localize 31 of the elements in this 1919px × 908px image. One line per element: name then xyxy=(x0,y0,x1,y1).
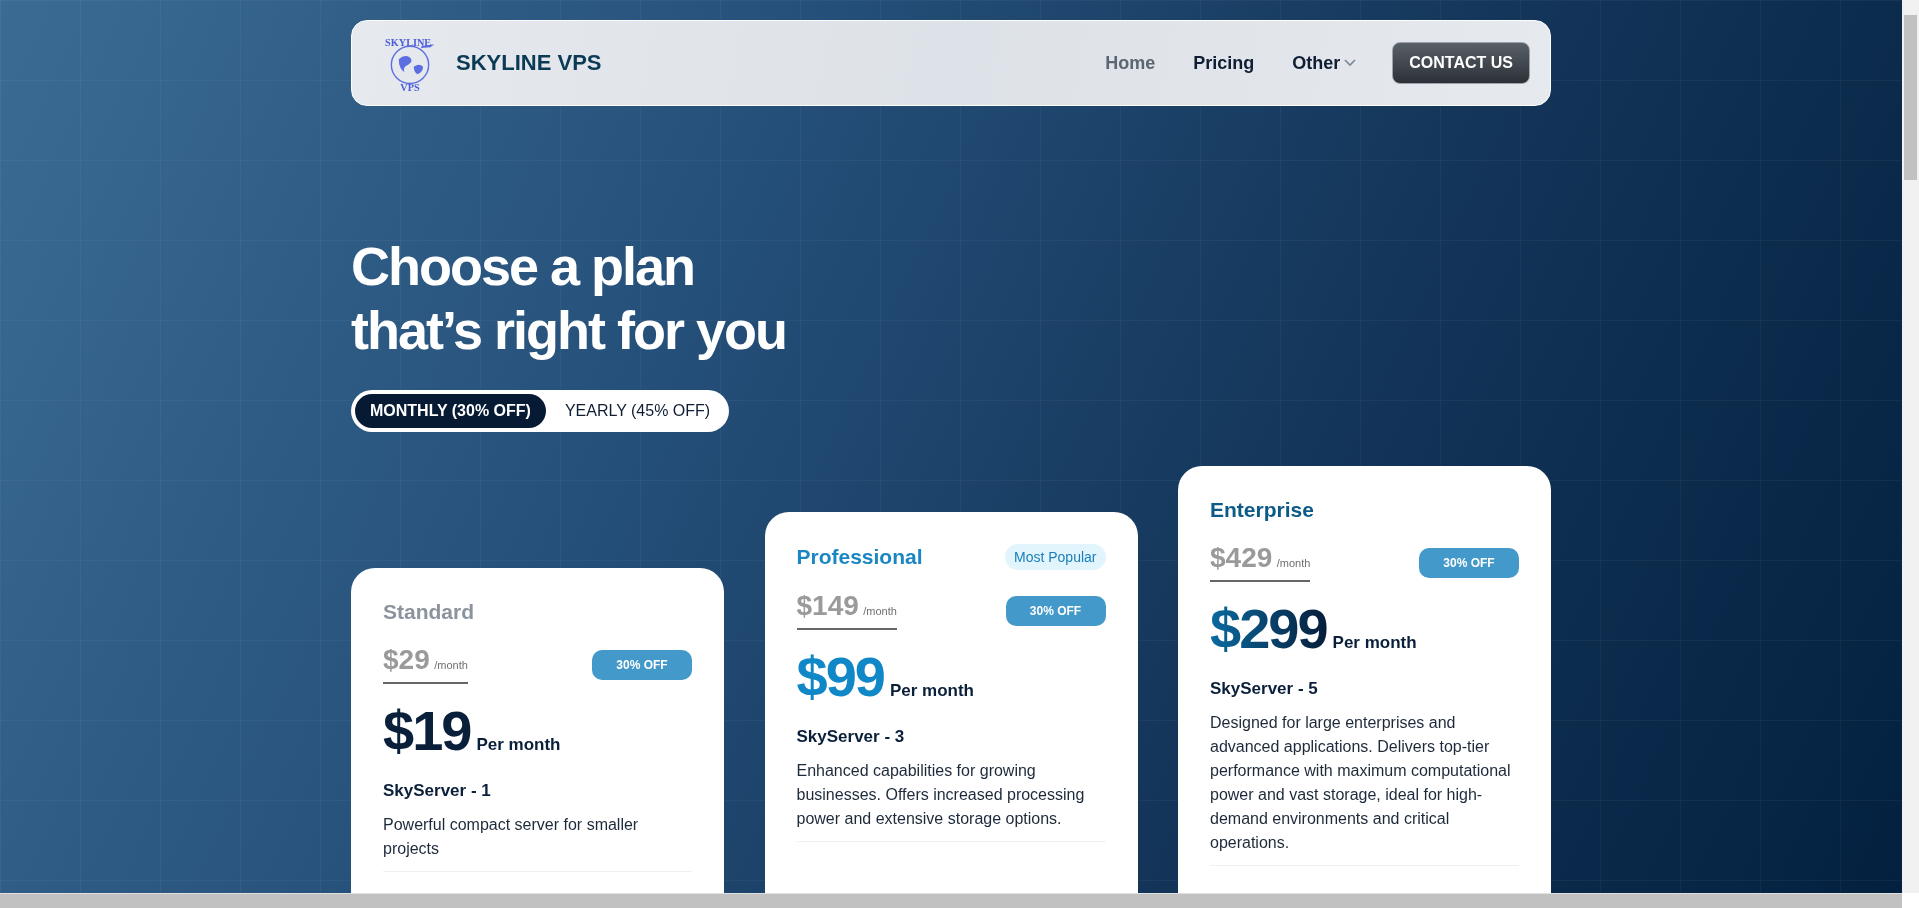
plan-name: Professional xyxy=(796,545,923,569)
page-heading: Choose a plan that’s right for you xyxy=(351,235,787,362)
billing-option[interactable]: YEARLY (45% OFF) xyxy=(549,394,726,428)
nav-link[interactable]: Home xyxy=(1105,52,1156,74)
plan-description: Powerful compact server for smaller projects xyxy=(383,815,640,859)
discount-badge: 30% OFF xyxy=(1005,596,1106,626)
brand-name: SKYLINE VPS xyxy=(456,50,602,76)
plan-description: Designed for large enterprises and advanced applications. Delivers top-tier performance with maximum computational power and vast storage, ideal for high-demand environments and critical operations. xyxy=(1210,713,1512,853)
vertical-scrollbar[interactable] xyxy=(1902,0,1919,893)
price: $19 xyxy=(383,698,471,763)
horizontal-scrollbar[interactable] xyxy=(0,893,1902,908)
price-unit: Per month xyxy=(1332,633,1417,653)
billing-option[interactable]: MONTHLY (30% OFF) xyxy=(355,394,546,428)
plan-name: Enterprise xyxy=(1210,498,1314,522)
plan-name: Standard xyxy=(383,600,474,624)
original-price: $429/month xyxy=(1210,544,1311,582)
price: $99 xyxy=(796,644,884,709)
price-unit: Per month xyxy=(476,735,561,755)
server-name: SkyServer - 5 xyxy=(1210,679,1319,699)
server-name: SkyServer - 3 xyxy=(796,727,906,747)
plan-description: Enhanced capabilities for growing businesses. Offers increased processing power and extensive storage options. xyxy=(796,761,1086,829)
price-unit: Per month xyxy=(889,681,974,701)
discount-badge: 30% OFF xyxy=(1419,548,1519,578)
contact-button[interactable]: CONTACT US xyxy=(1392,42,1530,84)
nav-link[interactable]: Other xyxy=(1292,52,1357,74)
nav-link[interactable]: Pricing xyxy=(1193,52,1255,74)
server-name: SkyServer - 1 xyxy=(383,781,492,801)
popular-badge: Most Popular xyxy=(1005,544,1106,570)
original-price: $29/month xyxy=(383,646,468,684)
original-price: $149/month xyxy=(796,592,897,630)
discount-badge: 30% OFF xyxy=(592,650,692,680)
